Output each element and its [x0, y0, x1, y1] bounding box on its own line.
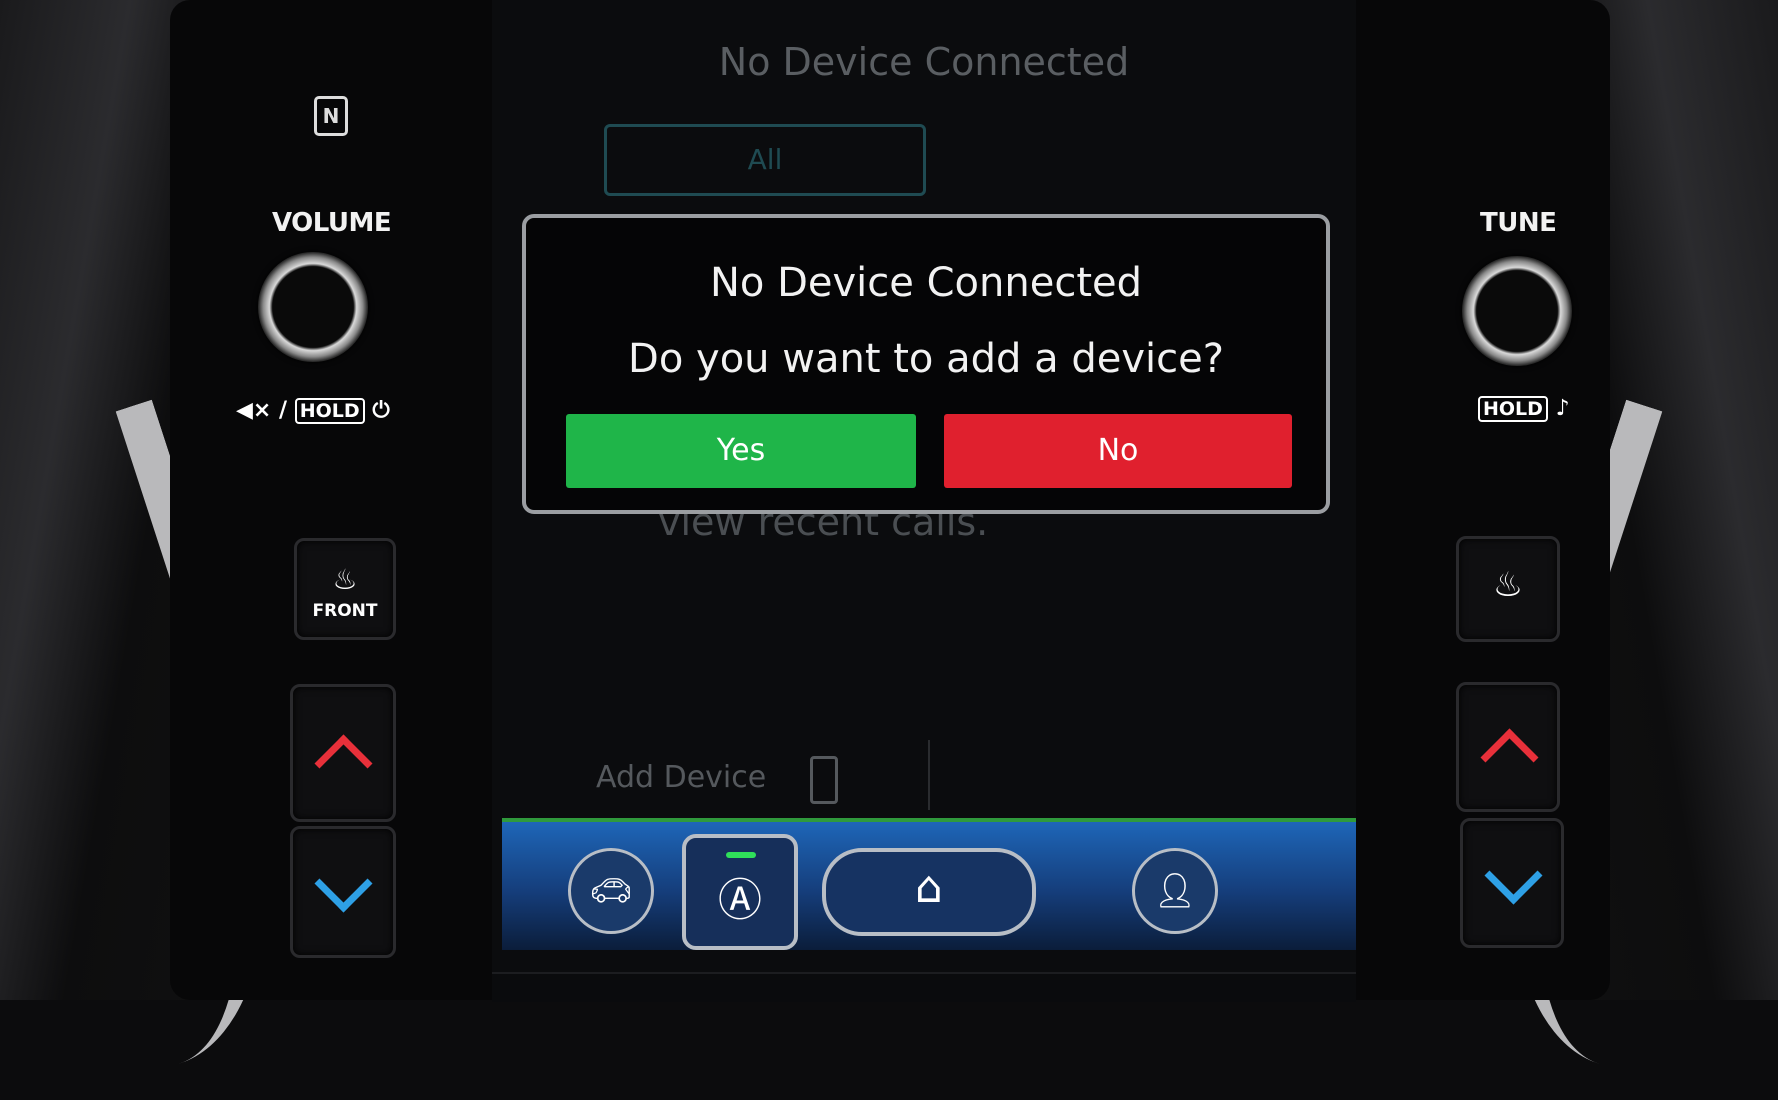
profile-icon[interactable]: 👤︎	[1132, 848, 1218, 934]
assist-icon: Ⓐ	[718, 875, 762, 926]
power-icon: ⏻	[372, 398, 390, 423]
no-device-dialog: No Device Connected Do you want to add a…	[522, 214, 1330, 514]
tab-all[interactable]: All	[604, 124, 926, 196]
home-icon: ⌂	[915, 862, 943, 913]
track-up-button[interactable]	[1456, 682, 1560, 812]
background-page-title: No Device Connected	[718, 40, 1130, 84]
home-button[interactable]: ⌂	[822, 848, 1036, 936]
touchscreen: No Device Connected All view recent call…	[492, 0, 1356, 1002]
bottom-nav-bar: 🚗︎ Ⓐ ⌂ 👤︎	[502, 818, 1356, 950]
nfc-icon: N	[314, 96, 348, 136]
down-arrow-icon	[1484, 846, 1543, 905]
preset-up-button[interactable]	[290, 684, 396, 822]
tune-knob[interactable]	[1462, 256, 1572, 366]
down-arrow-icon	[314, 854, 373, 913]
up-arrow-icon	[314, 734, 373, 793]
car-icon[interactable]: 🚗︎	[568, 848, 654, 934]
left-control-panel: N VOLUME ◀× / HOLD ⏻ ♨ FRONT	[190, 0, 490, 1000]
defrost-icon: ♨	[332, 563, 358, 596]
hold-badge: HOLD	[1478, 396, 1548, 422]
tune-hold-hint: HOLD ♪	[1478, 396, 1570, 422]
dialog-message: Do you want to add a device?	[628, 336, 1224, 382]
preset-down-button[interactable]	[290, 826, 396, 958]
right-control-panel: TUNE HOLD ♪ ♨	[1370, 0, 1620, 1000]
no-button[interactable]: No	[944, 414, 1292, 488]
hold-badge: HOLD	[294, 398, 365, 424]
tune-label: TUNE	[1480, 208, 1557, 238]
rear-defrost-button[interactable]: ♨	[1456, 536, 1560, 642]
rear-defrost-icon: ♨	[1492, 565, 1524, 605]
music-icon: ♪	[1555, 396, 1570, 421]
assist-button[interactable]: Ⓐ	[682, 834, 798, 950]
status-strip	[492, 972, 1356, 1002]
add-device-label[interactable]: Add Device	[596, 760, 766, 795]
defrost-label: FRONT	[312, 601, 378, 621]
front-defrost-button[interactable]: ♨ FRONT	[294, 538, 396, 640]
active-indicator	[726, 852, 756, 858]
volume-hold-hint: ◀× / HOLD ⏻	[236, 398, 390, 424]
volume-label: VOLUME	[272, 208, 392, 238]
up-arrow-icon	[1480, 728, 1539, 787]
dialog-title: No Device Connected	[709, 260, 1142, 306]
yes-button[interactable]: Yes	[566, 414, 916, 488]
mute-icon: ◀× /	[236, 398, 288, 423]
divider	[928, 740, 930, 810]
volume-knob[interactable]	[258, 252, 368, 362]
add-device-icon[interactable]	[810, 756, 838, 804]
track-down-button[interactable]	[1460, 818, 1564, 948]
